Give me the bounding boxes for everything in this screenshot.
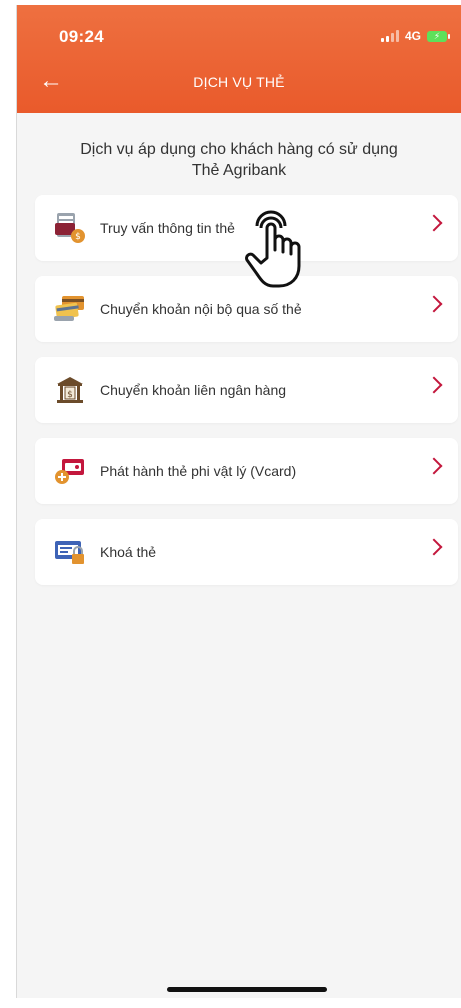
service-label: Chuyển khoản liên ngân hàng — [100, 382, 287, 398]
app-header: 09:24 4G ⚡ ← DỊCH VỤ THẺ — [17, 5, 461, 113]
svg-text:$: $ — [67, 390, 73, 400]
svg-text:$: $ — [75, 232, 81, 242]
card-lock-icon — [50, 532, 90, 572]
service-item-interbank-transfer[interactable]: $ Chuyển khoản liên ngân hàng — [35, 357, 458, 423]
tap-hand-icon — [243, 208, 315, 292]
battery-icon: ⚡ — [427, 30, 450, 42]
service-list: $ Truy vấn thông tin thẻ Chuyển khoản nộ… — [17, 195, 461, 585]
service-item-vcard[interactable]: Phát hành thẻ phi vật lý (Vcard) — [35, 438, 458, 504]
page-title: DỊCH VỤ THẺ — [193, 74, 285, 90]
status-time: 09:24 — [59, 27, 104, 46]
intro-line-1: Dịch vụ áp dụng cho khách hàng có sử dụn… — [80, 141, 398, 158]
service-label: Chuyển khoản nội bộ qua số thẻ — [100, 301, 302, 317]
network-type: 4G — [404, 29, 421, 43]
card-transfer-icon — [50, 289, 90, 329]
nav-bar: ← DỊCH VỤ THẺ — [17, 63, 461, 113]
intro-text: Dịch vụ áp dụng cho khách hàng có sử dụn… — [17, 113, 461, 195]
home-indicator[interactable] — [167, 987, 327, 992]
intro-line-2: Thẻ Agribank — [191, 162, 287, 179]
status-indicators: 4G ⚡ — [380, 29, 450, 43]
virtual-card-icon — [50, 451, 90, 491]
service-label: Phát hành thẻ phi vật lý (Vcard) — [100, 463, 297, 479]
service-label: Khoá thẻ — [100, 544, 157, 560]
card-info-icon: $ — [50, 208, 90, 248]
service-item-lock-card[interactable]: Khoá thẻ — [35, 519, 458, 585]
phone-screen: 09:24 4G ⚡ ← DỊCH VỤ THẺ Dịch vụ áp dụng… — [16, 5, 461, 998]
bank-icon: $ — [50, 370, 90, 410]
signal-icon — [380, 30, 399, 42]
status-bar: 09:24 4G ⚡ — [17, 5, 461, 63]
